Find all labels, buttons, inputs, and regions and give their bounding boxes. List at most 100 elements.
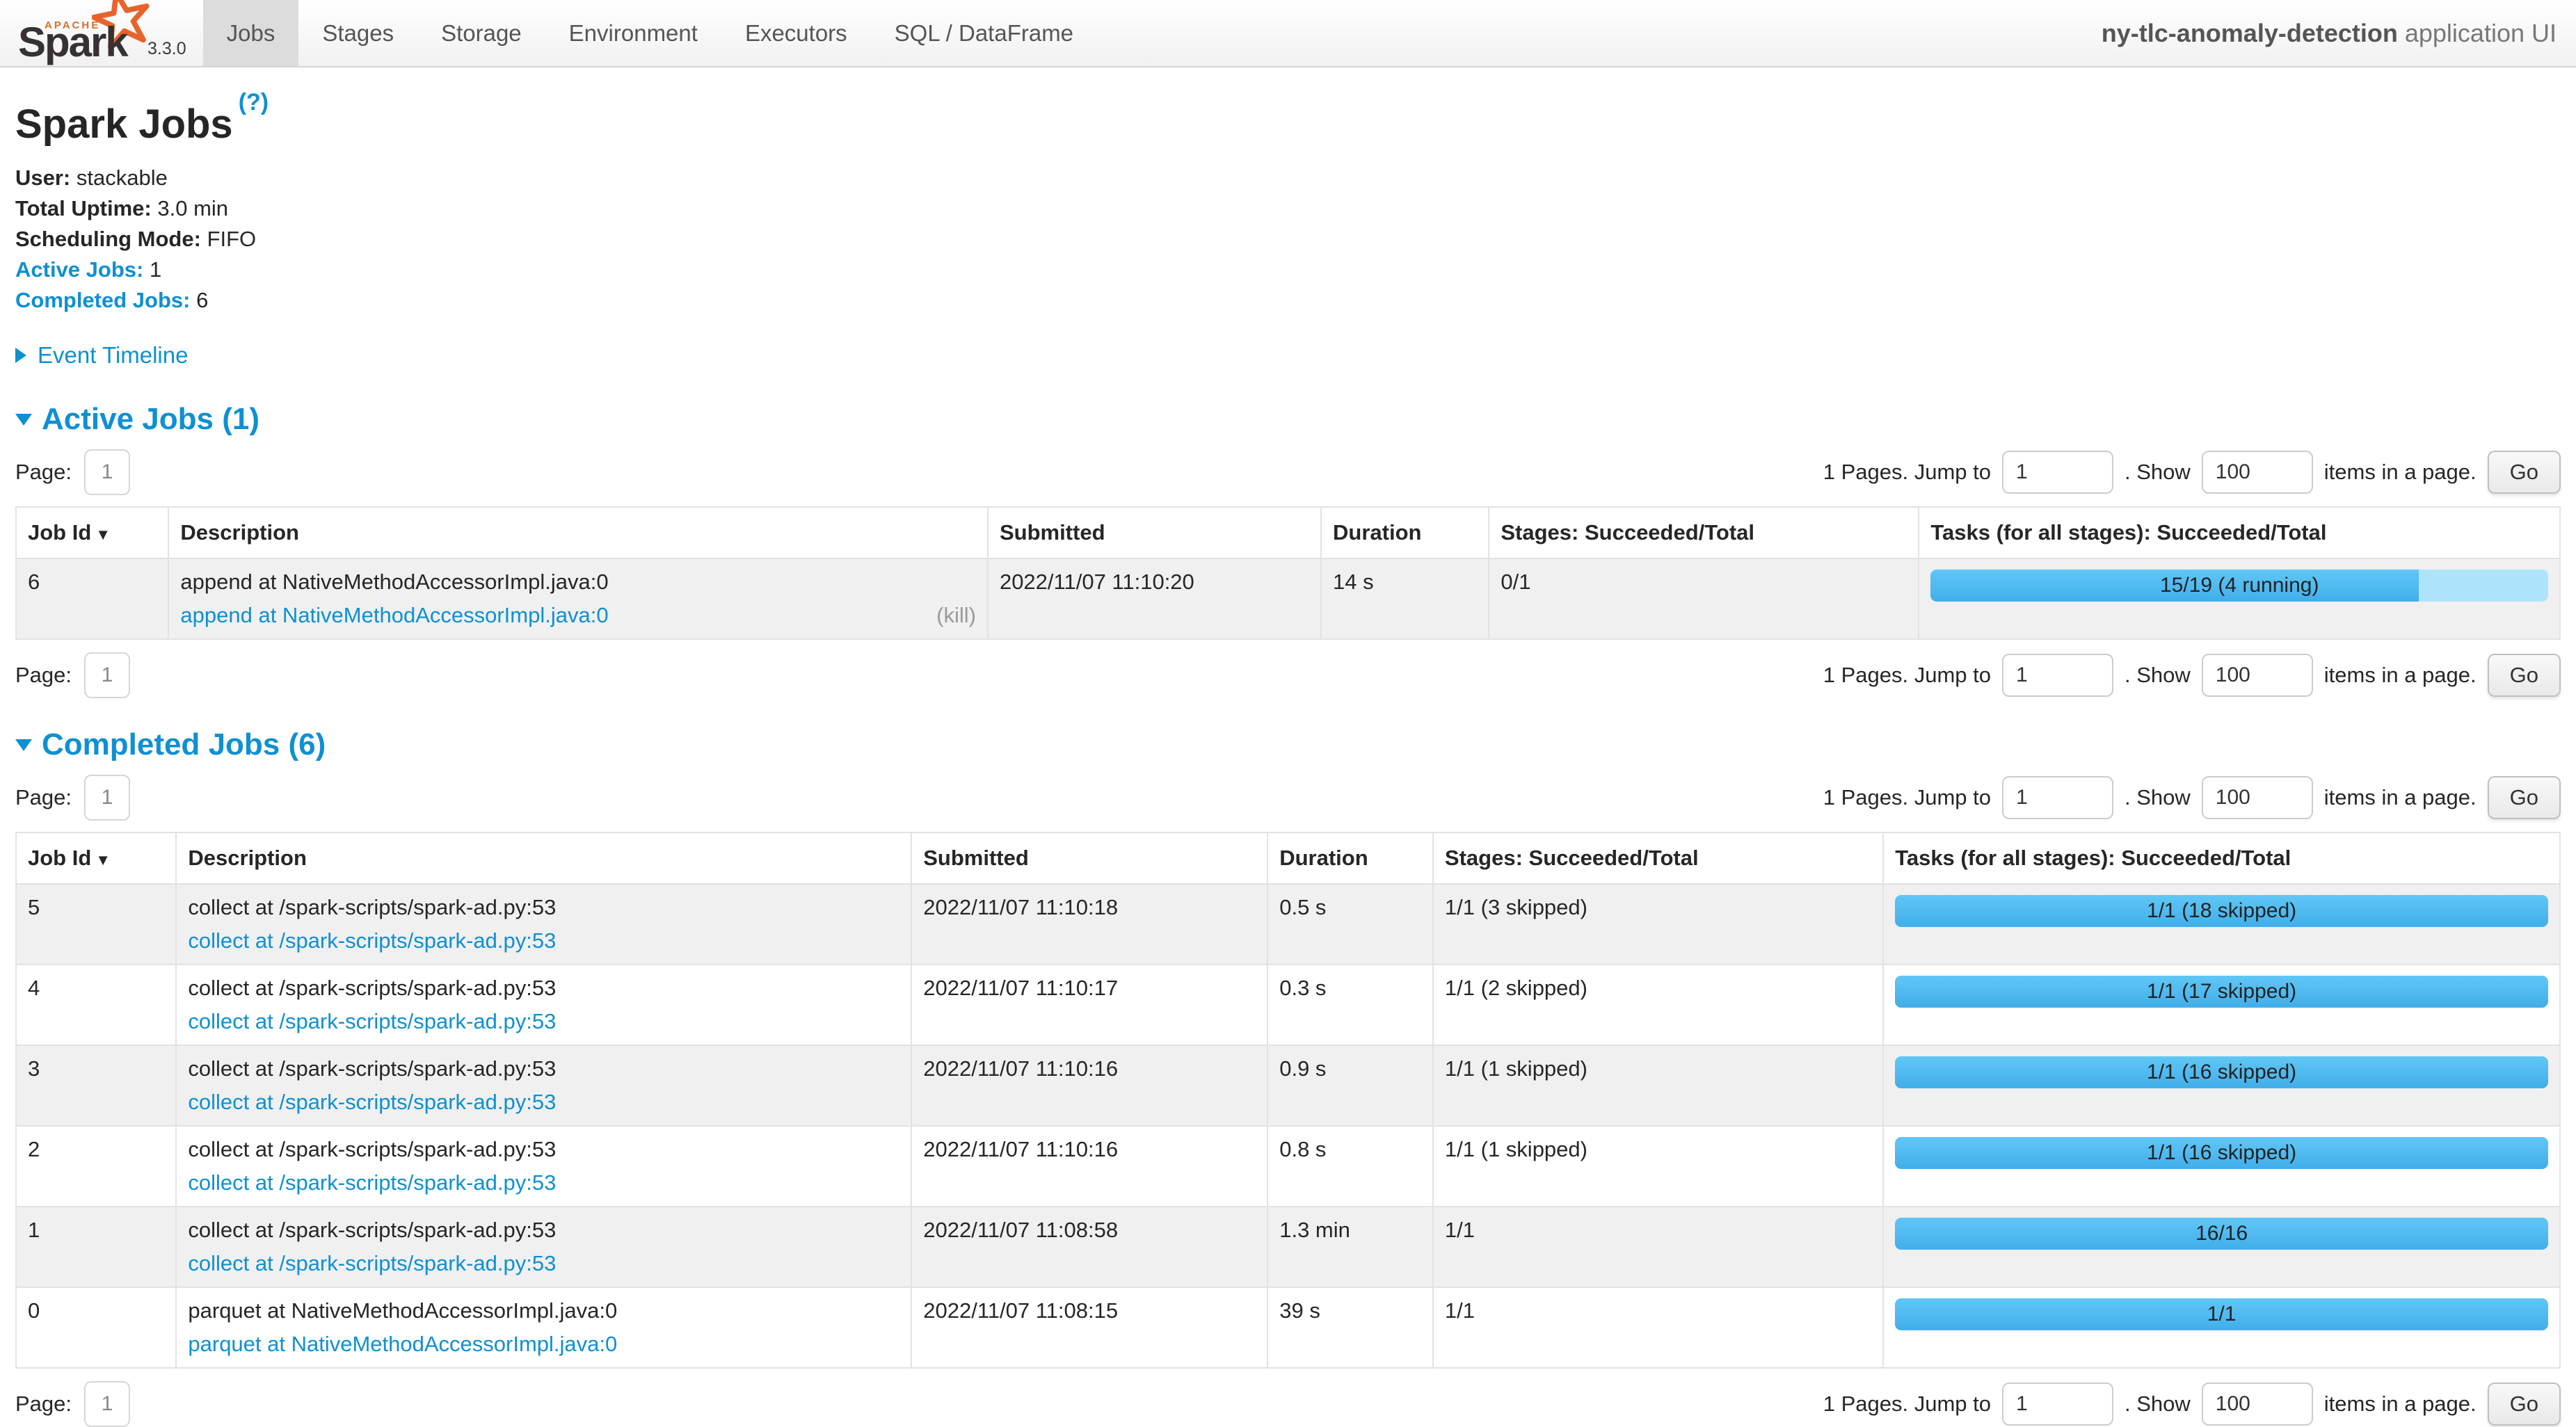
tab-storage[interactable]: Storage — [417, 0, 545, 66]
active-jobs-link[interactable]: Active Jobs: — [15, 257, 143, 282]
summary-completed-jobs: Completed Jobs: 6 — [15, 285, 2561, 316]
header-label: Job Id — [28, 846, 91, 870]
header-description[interactable]: Description — [176, 832, 911, 884]
description-link-row: collect at /spark-scripts/spark-ad.py:53 — [188, 928, 899, 953]
header-duration[interactable]: Duration — [1321, 507, 1489, 558]
page-jump-control: 1 Pages. Jump to . Show items in a page.… — [1823, 776, 2561, 819]
page-number-input[interactable] — [84, 1381, 130, 1427]
items-per-page-input[interactable] — [2202, 451, 2313, 494]
tasks-cell: 15/19 (4 running) — [1919, 558, 2560, 639]
page-number-input[interactable] — [84, 775, 130, 821]
header-job-id[interactable]: Job Id▼ — [16, 507, 168, 558]
page-number-input[interactable] — [84, 449, 130, 495]
tasks-cell: 1/1 (17 skipped) — [1883, 965, 2560, 1045]
stages-cell: 1/1 (1 skipped) — [1433, 1126, 1883, 1207]
tab-sql-dataframe[interactable]: SQL / DataFrame — [871, 0, 1097, 66]
stages-cell: 1/1 (1 skipped) — [1433, 1045, 1883, 1126]
description-link-row: collect at /spark-scripts/spark-ad.py:53 — [188, 1170, 899, 1195]
description-cell: collect at /spark-scripts/spark-ad.py:53… — [176, 884, 911, 965]
items-per-page-input[interactable] — [2202, 654, 2313, 697]
submitted-cell: 2022/11/07 11:10:16 — [911, 1045, 1267, 1126]
tab-label: SQL / DataFrame — [895, 20, 1073, 47]
progress-label: 15/19 (4 running) — [1930, 570, 2548, 602]
job-id-value: 5 — [28, 895, 40, 919]
active-jobs-table: Job Id▼ Description Submitted Duration S… — [15, 506, 2561, 640]
tab-jobs[interactable]: Jobs — [203, 0, 299, 66]
items-per-page-input[interactable] — [2202, 776, 2313, 819]
header-tasks[interactable]: Tasks (for all stages): Succeeded/Total — [1919, 507, 2560, 558]
jump-to-page-input[interactable] — [2002, 654, 2113, 697]
job-table-row: 4 collect at /spark-scripts/spark-ad.py:… — [16, 965, 2560, 1045]
description-link-row: collect at /spark-scripts/spark-ad.py:53 — [188, 1251, 899, 1276]
pages-count-text: 1 Pages. Jump to — [1823, 1392, 1991, 1417]
header-tasks[interactable]: Tasks (for all stages): Succeeded/Total — [1883, 832, 2560, 884]
description-link[interactable]: append at NativeMethodAccessorImpl.java:… — [180, 603, 608, 628]
duration-cell: 39 s — [1267, 1287, 1433, 1368]
items-per-page-input[interactable] — [2202, 1382, 2313, 1426]
kill-link[interactable]: (kill) — [936, 603, 976, 628]
description-link[interactable]: collect at /spark-scripts/spark-ad.py:53 — [188, 1009, 556, 1034]
tab-environment[interactable]: Environment — [545, 0, 721, 66]
nav-tabs: Jobs Stages Storage Environment Executor… — [203, 0, 1097, 66]
jump-to-page-input[interactable] — [2002, 776, 2113, 819]
header-submitted[interactable]: Submitted — [911, 832, 1267, 884]
submitted-cell: 2022/11/07 11:10:20 — [988, 558, 1321, 639]
description-link[interactable]: parquet at NativeMethodAccessorImpl.java… — [188, 1332, 617, 1357]
submitted-cell: 2022/11/07 11:08:58 — [911, 1207, 1267, 1287]
page-jump-control: 1 Pages. Jump to . Show items in a page.… — [1823, 451, 2561, 494]
description-link[interactable]: collect at /spark-scripts/spark-ad.py:53 — [188, 1251, 556, 1276]
go-button[interactable]: Go — [2488, 776, 2561, 819]
completed-jobs-link[interactable]: Completed Jobs: — [15, 288, 190, 312]
description-link[interactable]: collect at /spark-scripts/spark-ad.py:53 — [188, 928, 556, 953]
description-cell: collect at /spark-scripts/spark-ad.py:53… — [176, 965, 911, 1045]
header-job-id[interactable]: Job Id▼ — [16, 832, 176, 884]
completed-jobs-section-header[interactable]: Completed Jobs (6) — [15, 727, 2561, 762]
completed-jobs-section-title: Completed Jobs (6) — [42, 727, 326, 762]
summary-active-jobs: Active Jobs: 1 — [15, 255, 2561, 285]
sort-desc-icon: ▼ — [95, 851, 111, 869]
header-stages[interactable]: Stages: Succeeded/Total — [1433, 832, 1883, 884]
go-button[interactable]: Go — [2488, 654, 2561, 697]
header-submitted[interactable]: Submitted — [988, 507, 1321, 558]
description-link[interactable]: collect at /spark-scripts/spark-ad.py:53 — [188, 1170, 556, 1195]
tasks-progress-bar: 16/16 — [1895, 1218, 2548, 1250]
completed-jobs-table: Job Id▼ Description Submitted Duration S… — [15, 832, 2561, 1369]
tab-stages[interactable]: Stages — [298, 0, 417, 66]
go-button[interactable]: Go — [2488, 451, 2561, 494]
table-header-row: Job Id▼ Description Submitted Duration S… — [16, 832, 2560, 884]
page-number-input[interactable] — [84, 652, 130, 698]
spark-logo[interactable]: APACHE Spark 3.3.0 — [0, 0, 203, 66]
go-button[interactable]: Go — [2488, 1382, 2561, 1426]
job-id-cell: 5 — [16, 884, 176, 965]
submitted-cell: 2022/11/07 11:08:15 — [911, 1287, 1267, 1368]
application-name: ny-tlc-anomaly-detection — [2102, 19, 2398, 47]
pagination-bar: Page: 1 Pages. Jump to . Show items in a… — [15, 652, 2561, 698]
event-timeline-toggle[interactable]: Event Timeline — [15, 342, 2561, 369]
progress-label: 1/1 (18 skipped) — [1895, 895, 2548, 927]
stages-cell: 1/1 — [1433, 1207, 1883, 1287]
collapsed-arrow-icon — [15, 348, 26, 363]
job-id-cell: 4 — [16, 965, 176, 1045]
stages-cell: 1/1 — [1433, 1287, 1883, 1368]
active-jobs-section-header[interactable]: Active Jobs (1) — [15, 402, 2561, 437]
jump-to-page-input[interactable] — [2002, 1382, 2113, 1426]
help-link[interactable]: (?) — [239, 89, 269, 115]
description-cell: collect at /spark-scripts/spark-ad.py:53… — [176, 1207, 911, 1287]
jump-to-page-input[interactable] — [2002, 451, 2113, 494]
header-duration[interactable]: Duration — [1267, 832, 1433, 884]
page-control: Page: — [15, 652, 130, 698]
description-text: collect at /spark-scripts/spark-ad.py:53 — [188, 895, 899, 920]
description-link[interactable]: collect at /spark-scripts/spark-ad.py:53 — [188, 1090, 556, 1115]
header-label: Stages: Succeeded/Total — [1501, 520, 1754, 545]
description-text: collect at /spark-scripts/spark-ad.py:53 — [188, 1137, 899, 1162]
summary-scheduling-mode: Scheduling Mode: FIFO — [15, 224, 2561, 255]
tab-executors[interactable]: Executors — [721, 0, 871, 66]
pages-count-text: 1 Pages. Jump to — [1823, 663, 1991, 688]
progress-label: 1/1 — [1895, 1298, 2548, 1330]
pagination-bar: Page: 1 Pages. Jump to . Show items in a… — [15, 449, 2561, 495]
header-stages[interactable]: Stages: Succeeded/Total — [1489, 507, 1919, 558]
header-description[interactable]: Description — [168, 507, 988, 558]
tab-label: Stages — [322, 20, 394, 47]
page-control: Page: — [15, 449, 130, 495]
page-title: Spark Jobs(?) — [15, 101, 2561, 147]
